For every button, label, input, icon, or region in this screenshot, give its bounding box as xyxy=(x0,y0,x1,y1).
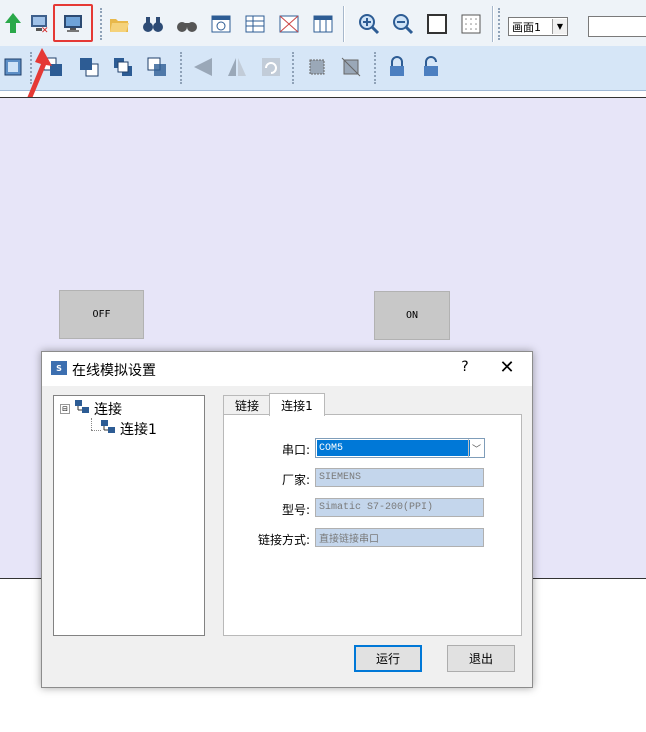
exit-button[interactable]: 退出 xyxy=(447,645,515,672)
dialog-titlebar[interactable]: S 在线模拟设置 ? ✕ xyxy=(42,352,532,386)
bring-forward-icon[interactable] xyxy=(110,54,136,80)
model-label: 型号: xyxy=(281,503,310,517)
tab-panel: 串口: COM5 ﹀ 厂家: SIEMENS 型号: Simatic S7-20… xyxy=(223,414,522,636)
network-icon xyxy=(100,419,116,439)
online-simulation-dialog: S 在线模拟设置 ? ✕ ⊟ 连接 连接1 链接 连接1 串口: COM5 ﹀ … xyxy=(41,351,533,688)
vendor-label: 厂家: xyxy=(281,473,310,487)
port-select[interactable]: COM5 ﹀ xyxy=(315,438,485,458)
dialog-title: 在线模拟设置 xyxy=(72,363,156,379)
off-button[interactable]: OFF xyxy=(59,290,144,339)
vendor-field: SIEMENS xyxy=(315,468,484,487)
svg-text:✕: ✕ xyxy=(41,26,49,34)
stop-simulation-icon[interactable]: ✕ xyxy=(26,10,52,36)
zoom-in-icon[interactable] xyxy=(356,11,382,37)
network-icon xyxy=(74,399,90,419)
send-backward-icon[interactable] xyxy=(144,54,170,80)
table-icon[interactable] xyxy=(242,11,268,37)
app-icon: S xyxy=(51,361,67,375)
off-button-label: OFF xyxy=(92,309,111,320)
zoom-out-icon[interactable] xyxy=(390,11,416,37)
flip-vertical-icon[interactable] xyxy=(224,54,250,80)
chevron-down-icon[interactable]: ﹀ xyxy=(468,439,484,457)
group-icon[interactable] xyxy=(304,54,330,80)
port-label: 串口: xyxy=(281,443,310,457)
rotate-icon[interactable] xyxy=(258,54,284,80)
lock-icon[interactable] xyxy=(384,54,410,80)
collapse-icon[interactable]: ⊟ xyxy=(60,404,70,414)
tree-node-root[interactable]: ⊟ 连接 xyxy=(60,399,122,419)
toolbar-grip xyxy=(498,8,503,40)
grid-icon[interactable] xyxy=(458,11,484,37)
list-icon[interactable] xyxy=(310,11,336,37)
toolbar-grip xyxy=(100,8,105,40)
arrow-up-icon[interactable] xyxy=(0,10,26,36)
toolbar-grip xyxy=(180,52,185,84)
highlight-box xyxy=(53,4,93,42)
run-button[interactable]: 运行 xyxy=(354,645,422,672)
tree-node-label: 连接 xyxy=(94,402,122,418)
link-mode-label: 链接方式: xyxy=(257,533,310,547)
flip-horizontal-icon[interactable] xyxy=(190,54,216,80)
toolbar-main: ✕ 画面1 ▼ xyxy=(0,0,646,47)
toolbar-separator xyxy=(343,6,345,42)
model-field: Simatic S7-200(PPI) xyxy=(315,498,484,517)
tree-node-label: 连接1 xyxy=(120,422,157,438)
tab-connection1[interactable]: 连接1 xyxy=(269,393,325,416)
port-value: COM5 xyxy=(317,440,470,456)
close-icon[interactable]: ✕ xyxy=(497,357,517,378)
send-back-icon[interactable] xyxy=(76,54,102,80)
toolbar-separator xyxy=(492,6,494,42)
toolbar-layout xyxy=(0,46,646,91)
connection-tree: ⊟ 连接 连接1 xyxy=(53,395,205,636)
chevron-down-icon[interactable]: ▼ xyxy=(552,19,567,34)
help-icon[interactable]: ? xyxy=(455,359,475,375)
screen-select-value: 画面1 xyxy=(512,20,541,34)
ungroup-icon[interactable] xyxy=(338,54,364,80)
toolbar-grip xyxy=(292,52,297,84)
tab-link[interactable]: 链接 xyxy=(223,395,271,415)
toolbar-grip xyxy=(374,52,379,84)
on-button-label: ON xyxy=(405,310,419,321)
tree-node-child[interactable]: 连接1 xyxy=(100,419,157,439)
open-folder-icon[interactable] xyxy=(106,11,132,37)
find-icon[interactable] xyxy=(174,11,200,37)
window-icon[interactable] xyxy=(208,11,234,37)
on-button[interactable]: ON xyxy=(374,291,450,340)
cross-table-icon[interactable] xyxy=(276,11,302,37)
unlock-icon[interactable] xyxy=(418,54,444,80)
fit-page-icon[interactable] xyxy=(424,11,450,37)
link-mode-field: 直接链接串口 xyxy=(315,528,484,547)
binoculars-icon[interactable] xyxy=(140,11,166,37)
screen-select[interactable]: 画面1 ▼ xyxy=(508,17,568,36)
toolbar-input[interactable] xyxy=(588,16,646,37)
